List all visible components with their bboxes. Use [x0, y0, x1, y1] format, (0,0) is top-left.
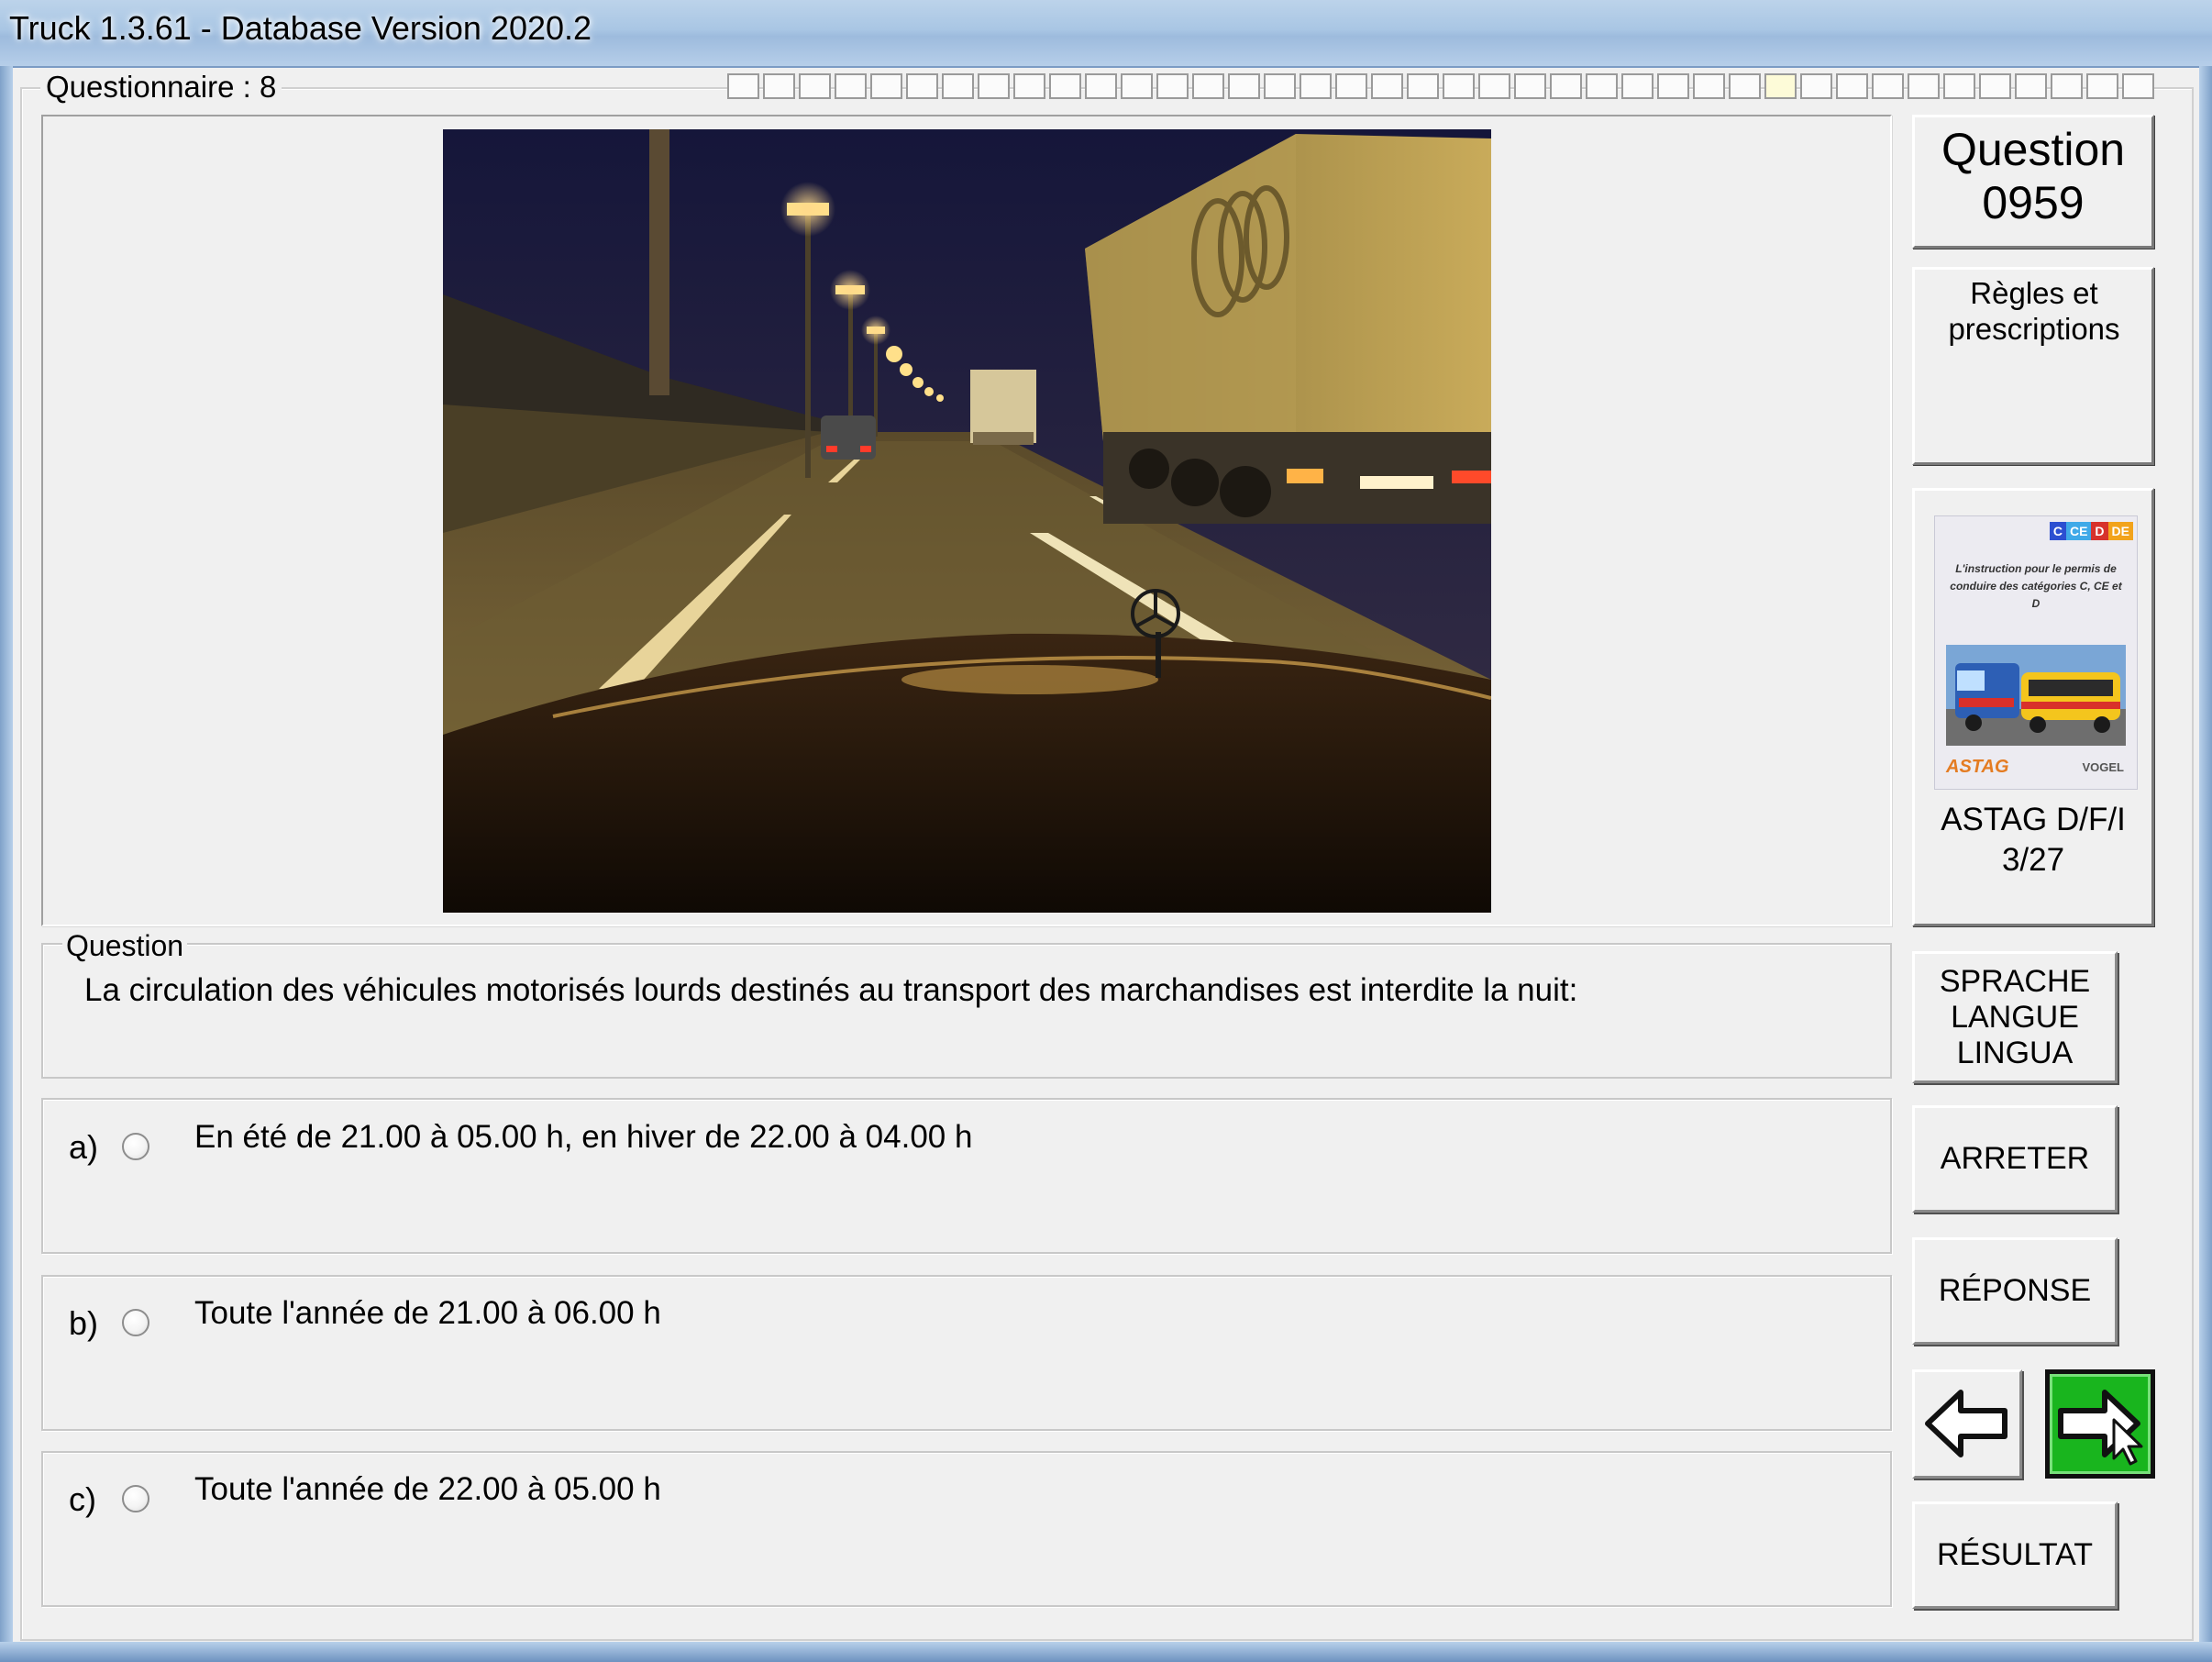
question-number-value: 0959: [1982, 177, 2085, 228]
progress-cell: [1872, 73, 1904, 99]
progress-cell: [1943, 73, 1975, 99]
window-frame-right: [2199, 66, 2212, 1662]
progress-cell: [978, 73, 1010, 99]
progress-cell: [835, 73, 867, 99]
progress-cell: [942, 73, 974, 99]
window-frame-left: [0, 66, 13, 1662]
answer-c-text[interactable]: Toute l'année de 22.00 à 05.00 h: [194, 1471, 661, 1508]
window-title: Truck 1.3.61 - Database Version 2020.2: [9, 9, 592, 47]
progress-cell: [1085, 73, 1117, 99]
book-reference-label: ASTAG D/F/I 3/27: [1915, 800, 2151, 881]
progress-cell: [1407, 73, 1439, 99]
question-photo: [443, 129, 1491, 913]
progress-cell: [2086, 73, 2118, 99]
book-reference-page: 3/27: [2001, 842, 2065, 878]
progress-cell: [1836, 73, 1868, 99]
book-tag-ce: CE: [2065, 522, 2092, 540]
book-publisher-logo-left: ASTAG: [1946, 757, 2009, 777]
language-label-de: SPRACHE: [1939, 963, 2091, 999]
next-question-button[interactable]: [2045, 1369, 2155, 1479]
progress-cell: [1371, 73, 1403, 99]
book-tag-de: DE: [2107, 522, 2133, 540]
title-bar[interactable]: Truck 1.3.61 - Database Version 2020.2: [0, 0, 2212, 68]
progress-cell: [1657, 73, 1689, 99]
previous-question-button[interactable]: [1912, 1369, 2022, 1479]
progress-cell: [1729, 73, 1761, 99]
book-tag-c: C: [2049, 522, 2066, 540]
arrow-right-icon: [2058, 1390, 2143, 1466]
progress-cell: [1264, 73, 1296, 99]
book-category-tags: C CE D DE: [2049, 522, 2133, 540]
progress-cell: [1192, 73, 1224, 99]
progress-cell: [1979, 73, 2011, 99]
progress-cell: [2122, 73, 2154, 99]
questionnaire-label: Questionnaire : 8: [40, 70, 282, 105]
answer-a-radio[interactable]: [122, 1133, 149, 1160]
language-label-it: LINGUA: [1956, 1035, 2074, 1070]
progress-cell: [1908, 73, 1940, 99]
book-cover-photo: [1946, 645, 2126, 746]
result-button[interactable]: RÉSULTAT: [1912, 1501, 2118, 1609]
progress-cell: [906, 73, 938, 99]
question-number-panel: Question 0959: [1912, 115, 2154, 249]
question-text: La circulation des véhicules motorisés l…: [84, 972, 1578, 1008]
stop-button[interactable]: ARRETER: [1912, 1105, 2118, 1213]
book-publisher-logo-right: VOGEL: [2082, 760, 2124, 774]
progress-cell: [727, 73, 759, 99]
progress-cell: [870, 73, 902, 99]
answer-b-radio[interactable]: [122, 1309, 149, 1336]
book-reference-title: ASTAG D/F/I: [1941, 802, 2126, 837]
question-section-label: Question: [62, 929, 188, 963]
progress-cell: [1621, 73, 1653, 99]
category-text: Règles et prescriptions: [1948, 276, 2120, 346]
window-frame-bottom: [0, 1642, 2212, 1662]
progress-cell: [1228, 73, 1260, 99]
book-cover-text: L'instruction pour le permis de conduire…: [1950, 562, 2122, 610]
book-tag-d: D: [2091, 522, 2108, 540]
progress-cell: [1550, 73, 1582, 99]
answer-b-letter: b): [69, 1304, 99, 1342]
reference-book-panel: C CE D DE L'instruction pour le permis d…: [1912, 488, 2154, 926]
answer-b-text[interactable]: Toute l'année de 21.00 à 06.00 h: [194, 1295, 661, 1332]
question-group: [41, 943, 1892, 1079]
progress-cell: [1443, 73, 1475, 99]
progress-cell: [1121, 73, 1153, 99]
progress-cell: [1800, 73, 1832, 99]
language-label-fr: LANGUE: [1951, 999, 2079, 1035]
progress-cell: [1586, 73, 1618, 99]
category-panel: Règles et prescriptions: [1912, 267, 2154, 465]
progress-cell: [1013, 73, 1045, 99]
progress-cell: [763, 73, 795, 99]
language-button[interactable]: SPRACHE LANGUE LINGUA: [1912, 951, 2118, 1083]
progress-cell: [1156, 73, 1189, 99]
progress-cell: [1514, 73, 1546, 99]
question-number-label: Question: [1941, 124, 2126, 175]
progress-cell: [2051, 73, 2083, 99]
show-answer-button[interactable]: RÉPONSE: [1912, 1237, 2118, 1345]
answer-a-text[interactable]: En été de 21.00 à 05.00 h, en hiver de 2…: [194, 1119, 972, 1156]
book-cover-image: C CE D DE L'instruction pour le permis d…: [1934, 515, 2138, 790]
progress-cell: [1049, 73, 1081, 99]
answer-c-letter: c): [69, 1480, 96, 1518]
progress-cell: [799, 73, 831, 99]
progress-cell: [1478, 73, 1510, 99]
question-progress-strip: [727, 73, 2158, 101]
progress-cell: [1300, 73, 1332, 99]
answer-c-radio[interactable]: [122, 1485, 149, 1512]
progress-cell: [1335, 73, 1367, 99]
answer-a-letter: a): [69, 1128, 99, 1166]
progress-cell: [1693, 73, 1725, 99]
arrow-left-icon: [1925, 1390, 2007, 1457]
progress-cell-current: [1764, 73, 1797, 99]
progress-cell: [2015, 73, 2047, 99]
